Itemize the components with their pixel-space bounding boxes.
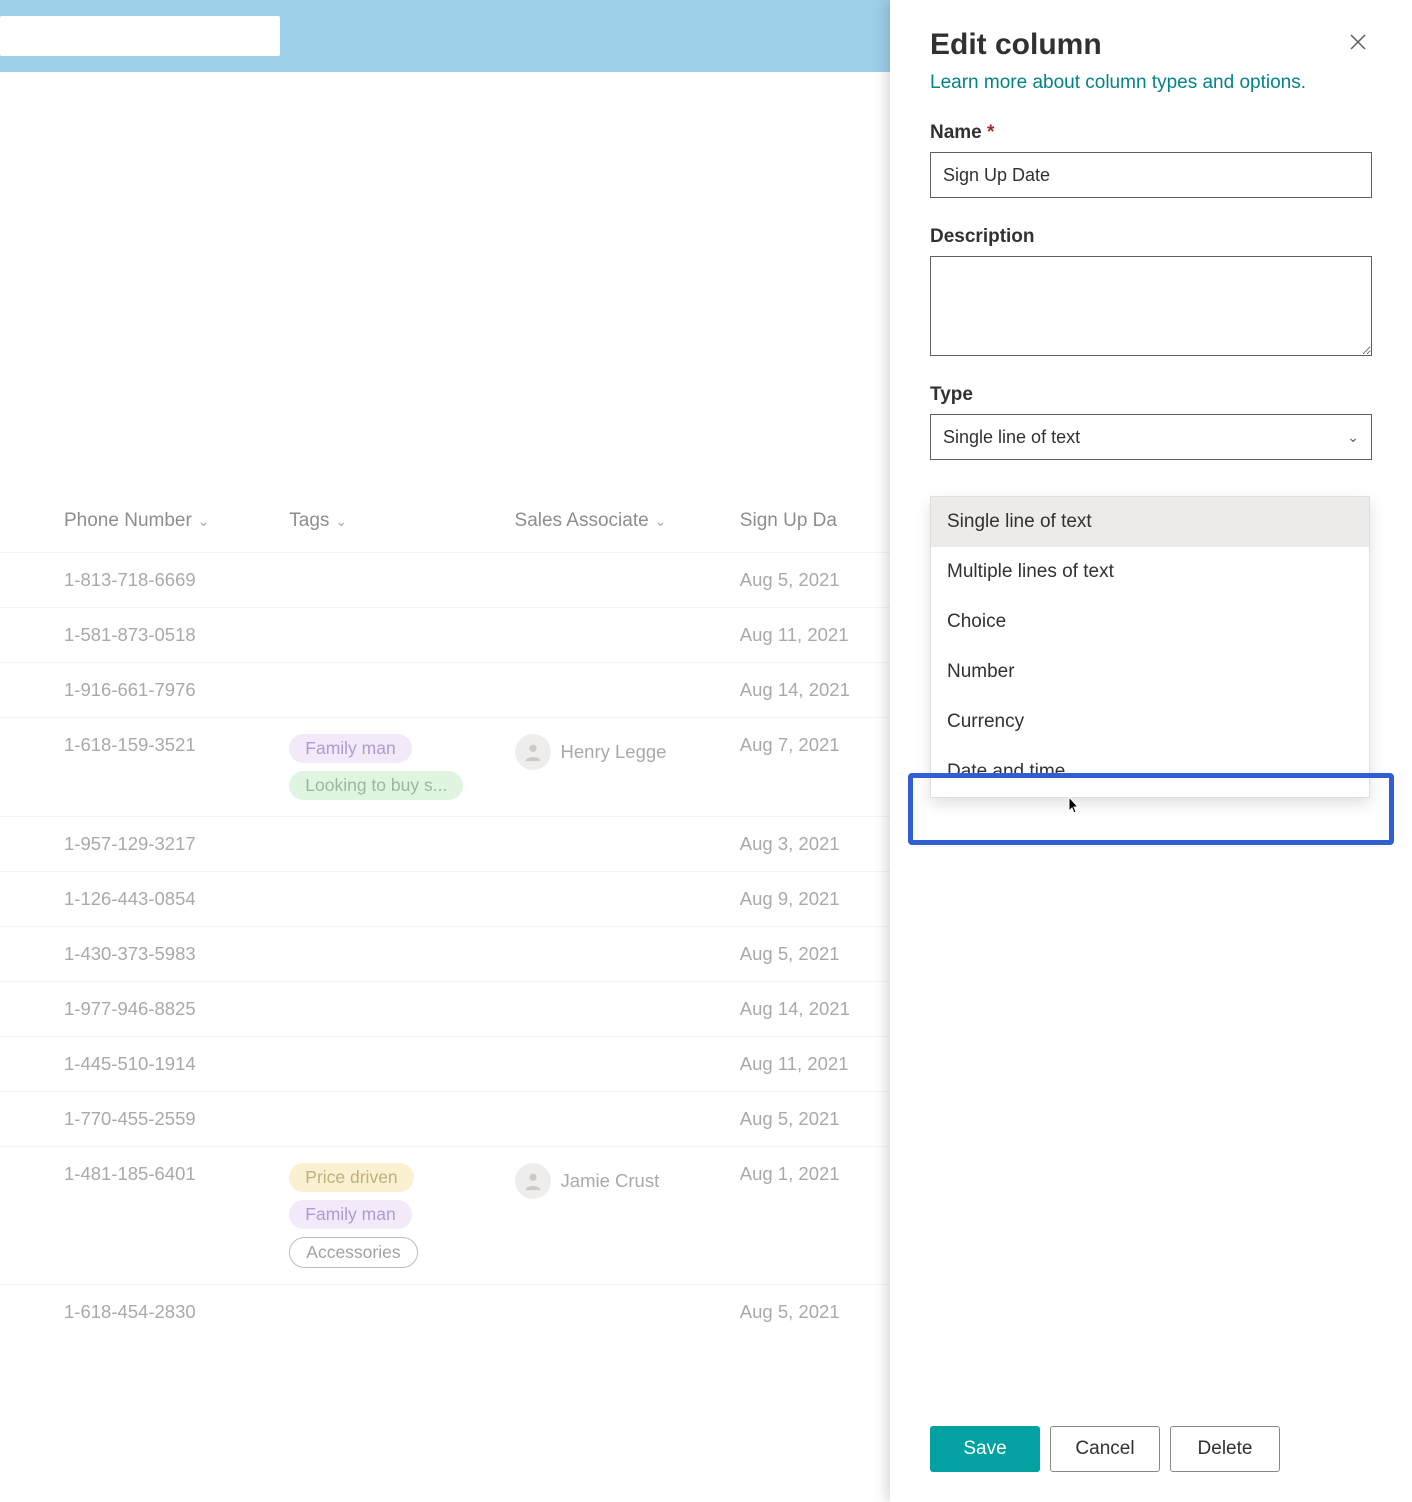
cell-phone: 1-126-443-0854 [64, 888, 289, 910]
cell-phone: 1-977-946-8825 [64, 998, 289, 1020]
name-input[interactable] [930, 152, 1372, 198]
cell-phone: 1-618-159-3521 [64, 734, 289, 756]
chevron-down-icon: ⌄ [1347, 429, 1359, 446]
required-asterisk: * [987, 122, 994, 143]
tag-pill[interactable]: Family man [289, 1200, 411, 1229]
tag-pill[interactable]: Looking to buy s... [289, 771, 463, 800]
column-header-tags[interactable]: Tags ⌄ [289, 510, 514, 532]
table-row[interactable]: 1-445-510-1914 Aug 11, 2021 [0, 1036, 890, 1091]
type-select[interactable]: Single line of text ⌄ [930, 414, 1372, 460]
avatar [515, 734, 551, 770]
column-header-associate[interactable]: Sales Associate ⌄ [515, 510, 740, 532]
type-option[interactable]: Date and time [931, 747, 1369, 797]
cell-signup: Aug 3, 2021 [740, 833, 890, 855]
cell-signup: Aug 7, 2021 [740, 734, 890, 756]
cell-signup: Aug 5, 2021 [740, 1108, 890, 1130]
cell-tags: Price driven Family man Accessories [289, 1163, 514, 1268]
cell-signup: Aug 5, 2021 [740, 943, 890, 965]
cell-signup: Aug 11, 2021 [740, 624, 890, 646]
table-row[interactable]: 1-581-873-0518 Aug 11, 2021 [0, 607, 890, 662]
data-table: Phone Number ⌄ Tags ⌄ Sales Associate ⌄ … [0, 510, 890, 1339]
cell-associate: Henry Legge [515, 734, 740, 770]
column-header-label: Sign Up Da [740, 510, 837, 532]
edit-column-panel: Edit column Learn more about column type… [890, 0, 1412, 1502]
tag-pill[interactable]: Family man [289, 734, 411, 763]
table-row[interactable]: 1-813-718-6669 Aug 5, 2021 [0, 552, 890, 607]
tag-pill[interactable]: Accessories [289, 1237, 417, 1268]
close-button[interactable] [1344, 28, 1372, 62]
cell-phone: 1-813-718-6669 [64, 569, 289, 591]
tag-pill[interactable]: Price driven [289, 1163, 413, 1192]
delete-button[interactable]: Delete [1170, 1426, 1280, 1472]
cell-phone: 1-618-454-2830 [64, 1301, 289, 1323]
associate-name: Henry Legge [561, 741, 667, 763]
table-header-row: Phone Number ⌄ Tags ⌄ Sales Associate ⌄ … [0, 510, 890, 552]
table-row[interactable]: 1-770-455-2559 Aug 5, 2021 [0, 1091, 890, 1146]
table-row[interactable]: 1-430-373-5983 Aug 5, 2021 [0, 926, 890, 981]
cursor-pointer-icon [1062, 795, 1086, 819]
description-label: Description [930, 226, 1372, 248]
type-option[interactable]: Currency [931, 697, 1369, 747]
cancel-button[interactable]: Cancel [1050, 1426, 1160, 1472]
cell-phone: 1-916-661-7976 [64, 679, 289, 701]
cell-phone: 1-770-455-2559 [64, 1108, 289, 1130]
cell-phone: 1-445-510-1914 [64, 1053, 289, 1075]
column-header-signup[interactable]: Sign Up Da [740, 510, 890, 532]
search-input[interactable] [0, 16, 280, 56]
cell-signup: Aug 1, 2021 [740, 1163, 890, 1185]
cell-signup: Aug 9, 2021 [740, 888, 890, 910]
cell-phone: 1-581-873-0518 [64, 624, 289, 646]
cell-signup: Aug 14, 2021 [740, 998, 890, 1020]
table-row[interactable]: 1-126-443-0854 Aug 9, 2021 [0, 871, 890, 926]
avatar [515, 1163, 551, 1199]
table-row[interactable]: 1-618-454-2830 Aug 5, 2021 [0, 1284, 890, 1339]
column-header-label: Sales Associate [515, 510, 649, 532]
cell-associate: Jamie Crust [515, 1163, 740, 1199]
column-header-phone[interactable]: Phone Number ⌄ [64, 510, 289, 532]
learn-more-link[interactable]: Learn more about column types and option… [930, 72, 1372, 94]
type-option[interactable]: Single line of text [931, 497, 1369, 547]
type-option[interactable]: Number [931, 647, 1369, 697]
cell-phone: 1-957-129-3217 [64, 833, 289, 855]
cell-signup: Aug 14, 2021 [740, 679, 890, 701]
panel-title: Edit column [930, 28, 1102, 62]
type-dropdown-list: Single line of textMultiple lines of tex… [930, 496, 1370, 798]
cell-signup: Aug 5, 2021 [740, 569, 890, 591]
cell-phone: 1-430-373-5983 [64, 943, 289, 965]
cell-signup: Aug 5, 2021 [740, 1301, 890, 1323]
type-option[interactable]: Multiple lines of text [931, 547, 1369, 597]
description-textarea[interactable] [930, 256, 1372, 356]
type-selected-value: Single line of text [943, 427, 1080, 448]
type-option[interactable]: Choice [931, 597, 1369, 647]
table-row[interactable]: 1-957-129-3217 Aug 3, 2021 [0, 816, 890, 871]
cell-phone: 1-481-185-6401 [64, 1163, 289, 1185]
cell-tags: Family man Looking to buy s... [289, 734, 514, 800]
column-header-label: Phone Number [64, 510, 192, 532]
table-row[interactable]: 1-916-661-7976 Aug 14, 2021 [0, 662, 890, 717]
panel-footer: Save Cancel Delete [930, 1426, 1372, 1472]
table-row[interactable]: 1-481-185-6401Price driven Family man Acce… [0, 1146, 890, 1284]
close-icon [1348, 35, 1368, 57]
name-label: Name * [930, 122, 1372, 144]
associate-name: Jamie Crust [561, 1170, 660, 1192]
chevron-down-icon: ⌄ [655, 513, 667, 530]
chevron-down-icon: ⌄ [335, 513, 347, 530]
name-label-text: Name [930, 122, 982, 143]
top-bar [0, 0, 890, 72]
cell-signup: Aug 11, 2021 [740, 1053, 890, 1075]
type-label: Type [930, 384, 1372, 406]
chevron-down-icon: ⌄ [198, 513, 210, 530]
column-header-label: Tags [289, 510, 329, 532]
save-button[interactable]: Save [930, 1426, 1040, 1472]
table-row[interactable]: 1-977-946-8825 Aug 14, 2021 [0, 981, 890, 1036]
table-row[interactable]: 1-618-159-3521Family man Looking to buy s… [0, 717, 890, 816]
